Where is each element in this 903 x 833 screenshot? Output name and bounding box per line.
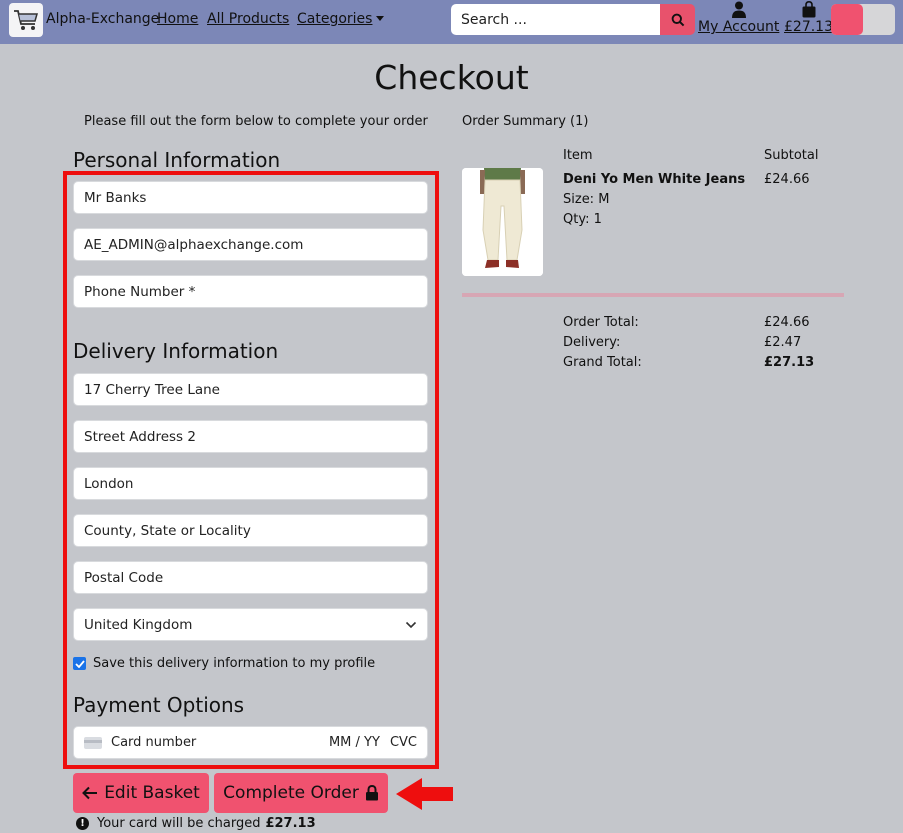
search-button[interactable] bbox=[660, 4, 695, 35]
basket-total: £27.13 bbox=[784, 19, 833, 35]
grand-total-label: Grand Total: bbox=[563, 355, 642, 370]
exclamation-circle-icon: ! bbox=[76, 817, 89, 830]
toggle-knob bbox=[831, 4, 863, 35]
categories-label: Categories bbox=[297, 11, 373, 27]
order-total-value: £24.66 bbox=[764, 315, 810, 330]
shopping-cart-logo-icon[interactable] bbox=[9, 3, 43, 37]
lock-icon bbox=[365, 785, 378, 801]
caret-down-icon bbox=[376, 16, 385, 21]
page-title: Checkout bbox=[374, 58, 529, 97]
complete-order-label: Complete Order bbox=[223, 783, 359, 803]
my-account-label: My Account bbox=[698, 19, 780, 35]
product-size: Size: M bbox=[563, 192, 610, 207]
item-column-header: Item bbox=[563, 148, 593, 163]
my-account-link[interactable]: My Account bbox=[698, 1, 779, 35]
form-highlight-box bbox=[63, 171, 439, 769]
search-input[interactable] bbox=[451, 4, 661, 35]
nav-link-all-products[interactable]: All Products bbox=[207, 11, 289, 27]
summary-divider bbox=[462, 293, 844, 297]
search-icon bbox=[671, 13, 684, 26]
theme-toggle[interactable] bbox=[831, 4, 895, 35]
shopping-bag-icon bbox=[802, 1, 815, 18]
red-pointer-arrow-icon bbox=[396, 778, 453, 810]
subtotal-column-header: Subtotal bbox=[764, 148, 819, 163]
grand-total-value: £27.13 bbox=[764, 355, 815, 370]
basket-link[interactable]: £27.13 bbox=[784, 1, 833, 35]
delivery-value: £2.47 bbox=[764, 335, 802, 350]
search-form bbox=[451, 4, 695, 35]
charge-note: ! Your card will be charged £27.13 bbox=[76, 816, 316, 831]
product-image[interactable] bbox=[462, 168, 543, 276]
order-summary-title: Order Summary (1) bbox=[462, 114, 589, 129]
edit-basket-label: Edit Basket bbox=[104, 783, 200, 803]
order-total-label: Order Total: bbox=[563, 315, 639, 330]
personal-information-heading: Personal Information bbox=[73, 148, 281, 172]
product-subtotal: £24.66 bbox=[764, 172, 810, 187]
user-icon bbox=[731, 1, 746, 18]
delivery-label: Delivery: bbox=[563, 335, 621, 350]
charge-note-text: Your card will be charged bbox=[97, 816, 261, 831]
product-name[interactable]: Deni Yo Men White Jeans bbox=[563, 172, 745, 187]
form-intro-text: Please fill out the form below to comple… bbox=[84, 114, 428, 129]
navbar: Alpha-Exchange Home All Products Categor… bbox=[0, 0, 903, 44]
product-qty: Qty: 1 bbox=[563, 212, 602, 227]
edit-basket-button[interactable]: Edit Basket bbox=[73, 773, 209, 813]
complete-order-button[interactable]: Complete Order bbox=[214, 773, 388, 813]
arrow-left-icon bbox=[82, 786, 98, 800]
charge-amount: £27.13 bbox=[265, 816, 316, 831]
brand-name[interactable]: Alpha-Exchange bbox=[46, 11, 159, 27]
nav-link-home[interactable]: Home bbox=[157, 11, 198, 27]
nav-link-categories[interactable]: Categories bbox=[297, 11, 385, 27]
